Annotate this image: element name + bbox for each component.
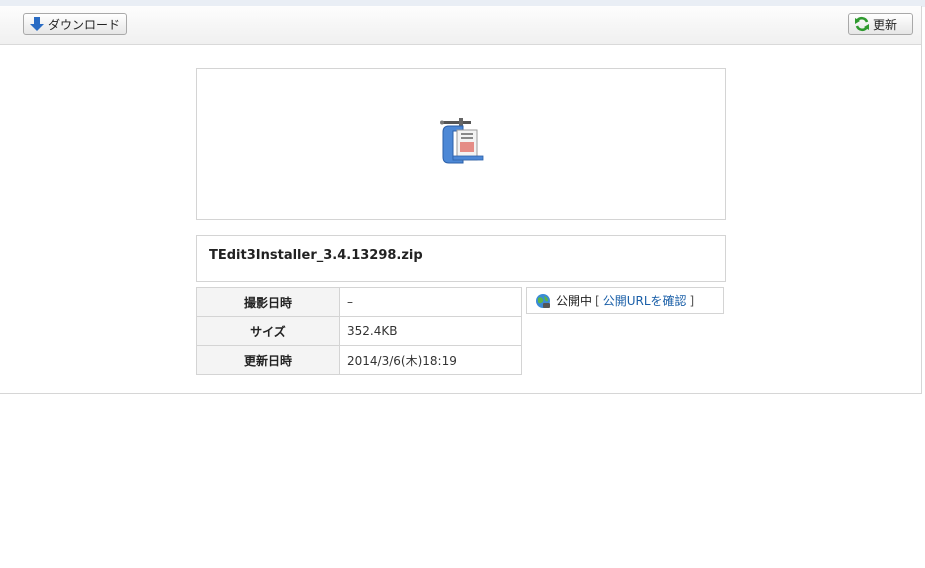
refresh-button[interactable]: 更新 xyxy=(848,13,913,35)
close-bracket: ] xyxy=(689,293,695,308)
zip-archive-icon xyxy=(440,118,484,164)
table-row: サイズ 352.4KB xyxy=(196,316,522,346)
meta-value-updated: 2014/3/6(木)18:19 xyxy=(339,345,522,375)
check-public-url-link[interactable]: 公開URLを確認 xyxy=(603,292,687,309)
file-meta-table: 撮影日時 – サイズ 352.4KB 更新日時 2014/3/6(木)18:19 xyxy=(196,287,522,375)
download-button-label: ダウンロード xyxy=(48,17,121,32)
globe-icon xyxy=(536,293,550,308)
refresh-button-label: 更新 xyxy=(873,17,898,32)
publish-status: 公開中 xyxy=(556,294,593,308)
publish-status-box: 公開中 [ 公開URLを確認 ] xyxy=(526,287,724,314)
toolbar: ダウンロード 更新 xyxy=(0,6,921,45)
refresh-icon xyxy=(855,16,869,32)
meta-value-shot-date: – xyxy=(339,287,522,317)
download-arrow-icon xyxy=(30,17,44,31)
meta-label-size: サイズ xyxy=(196,316,340,346)
open-bracket: [ xyxy=(595,293,600,308)
file-detail-panel: ダウンロード 更新 TEdit3Installer_3.4.13298.zip … xyxy=(0,6,922,394)
meta-value-size: 352.4KB xyxy=(339,316,522,346)
table-row: 更新日時 2014/3/6(木)18:19 xyxy=(196,345,522,375)
download-button[interactable]: ダウンロード xyxy=(23,13,127,35)
file-name: TEdit3Installer_3.4.13298.zip xyxy=(209,248,423,263)
file-preview xyxy=(196,68,726,220)
meta-label-shot-date: 撮影日時 xyxy=(196,287,340,317)
table-row: 撮影日時 – xyxy=(196,287,522,317)
file-name-box: TEdit3Installer_3.4.13298.zip xyxy=(196,235,726,282)
meta-label-updated: 更新日時 xyxy=(196,345,340,375)
